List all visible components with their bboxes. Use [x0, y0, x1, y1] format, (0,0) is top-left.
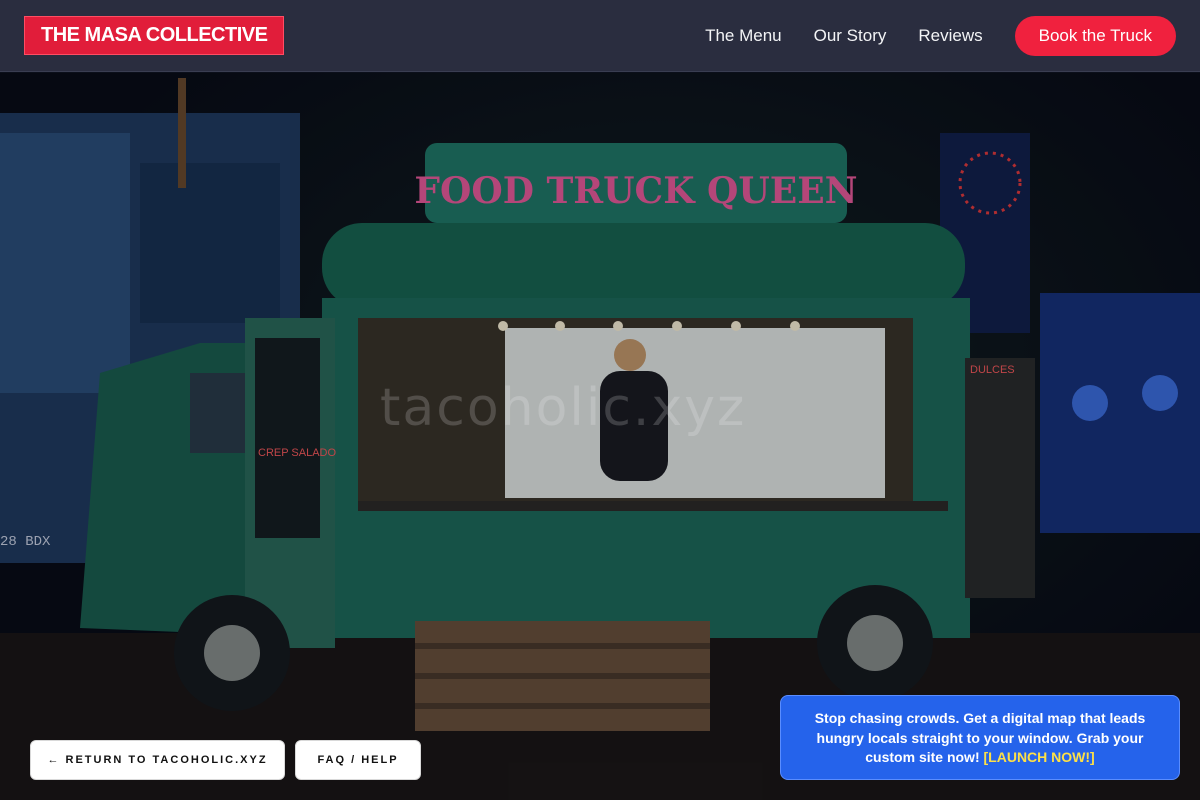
site-header: THE MASA COLLECTIVE The Menu Our Story R… — [0, 0, 1200, 72]
nav-reviews-link[interactable]: Reviews — [918, 26, 982, 46]
nav-menu-link[interactable]: The Menu — [705, 26, 782, 46]
promo-text: Stop chasing crowds. Get a digital map t… — [814, 710, 1146, 765]
faq-button[interactable]: FAQ / HELP — [295, 740, 421, 780]
hero-image: 28 BDX FOOD TRUCK QUEEN CREP SALADO DULC… — [0, 73, 1200, 800]
main-nav: The Menu Our Story Reviews Book the Truc… — [673, 15, 1176, 56]
return-button[interactable]: ← RETURN TO TACOHOLIC.XYZ — [30, 740, 285, 780]
promo-banner: Stop chasing crowds. Get a digital map t… — [780, 695, 1180, 780]
footer-actions: ← RETURN TO TACOHOLIC.XYZ FAQ / HELP — [30, 740, 421, 780]
brand-logo[interactable]: THE MASA COLLECTIVE — [24, 16, 285, 55]
launch-now-link[interactable]: [LAUNCH NOW!] — [984, 749, 1095, 765]
tacoholic-watermark: tacoholic.xyz — [380, 378, 747, 438]
book-truck-button[interactable]: Book the Truck — [1014, 15, 1176, 56]
nav-story-link[interactable]: Our Story — [814, 26, 887, 46]
